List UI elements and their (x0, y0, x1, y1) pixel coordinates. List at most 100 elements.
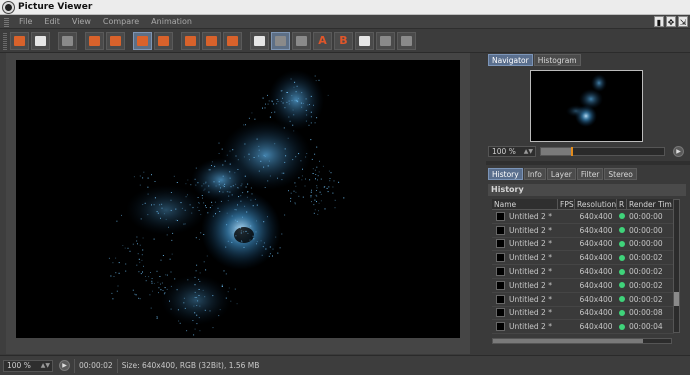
move-icon[interactable]: ✥ (666, 16, 676, 27)
compare-button[interactable] (250, 31, 269, 50)
swap-button[interactable] (355, 31, 374, 50)
history-row-status (617, 268, 627, 275)
render-queue-button[interactable] (154, 31, 173, 50)
tab-stereo[interactable]: Stereo (604, 168, 637, 180)
history-row-status (617, 282, 627, 289)
letter-a-icon: A (318, 34, 327, 47)
unlink-button[interactable] (376, 31, 395, 50)
history-row[interactable]: Untitled 2 * 640x400 00:00:00 (492, 238, 674, 252)
history-row-status (617, 213, 627, 220)
film-button[interactable] (58, 31, 77, 50)
export-button[interactable] (106, 31, 125, 50)
render-queue-icon (158, 35, 169, 46)
timeline-knob[interactable] (570, 147, 573, 156)
menu-view[interactable]: View (66, 17, 97, 26)
history-row-status (617, 296, 627, 303)
history-row-name: Untitled 2 * (509, 253, 552, 263)
layers-icon (401, 35, 412, 46)
status-dot-icon (619, 268, 625, 275)
import-button[interactable] (85, 31, 104, 50)
history-row-render-time: 00:00:02 (629, 253, 663, 263)
history-row-resolution: 640x400 (579, 322, 613, 332)
menu-edit[interactable]: Edit (38, 17, 66, 26)
right-panel: Navigator Histogram 100 % ▲▼ ▶ History I… (486, 53, 690, 354)
menu-animation[interactable]: Animation (145, 17, 198, 26)
spinner-arrows-icon: ▲▼ (523, 148, 533, 155)
menu-grip-handle[interactable] (4, 16, 9, 27)
navigator-zoom-field[interactable]: 100 % ▲▼ (488, 146, 536, 157)
save-icon (35, 35, 46, 46)
history-row-render-time: 00:00:00 (629, 239, 663, 249)
history-row[interactable]: Untitled 2 * 640x400 00:00:02 (492, 293, 674, 307)
tab-info[interactable]: Info (523, 168, 546, 180)
status-play-button[interactable]: ▶ (59, 360, 70, 371)
expand-icon[interactable]: ⇲ (678, 16, 688, 27)
history-row[interactable]: Untitled 2 * 640x400 00:00:00 (492, 224, 674, 238)
history-row-status (617, 254, 627, 261)
history-horizontal-scrollbar[interactable] (492, 338, 672, 344)
status-zoom-value: 100 % (7, 360, 31, 370)
view-frame-button[interactable] (202, 31, 221, 50)
history-row-name: Untitled 2 * (509, 322, 552, 332)
layout-toggle-icon[interactable]: ▮ (654, 16, 664, 27)
menu-file[interactable]: File (13, 17, 38, 26)
history-row[interactable]: Untitled 2 * 640x400 00:00:00 (492, 210, 674, 224)
history-vscroll-thumb[interactable] (674, 292, 679, 306)
particle-render-image (108, 70, 345, 336)
col-resolution[interactable]: Resolution (575, 199, 617, 209)
history-row-name: Untitled 2 * (509, 294, 552, 304)
navigator-zoom-value: 100 % (492, 147, 516, 156)
layers-button[interactable] (397, 31, 416, 50)
navigator-play-button[interactable]: ▶ (673, 146, 684, 157)
history-row-resolution: 640x400 (579, 253, 613, 263)
history-vertical-scrollbar[interactable] (673, 199, 680, 333)
history-rows: Untitled 2 * 640x400 00:00:00 Untitled 2 * 6… (492, 210, 674, 335)
navigator-preview[interactable] (530, 70, 643, 142)
history-row[interactable]: Untitled 2 * 640x400 00:00:08 (492, 307, 674, 321)
navigator-timeline-slider[interactable] (540, 147, 665, 156)
status-dot-icon (619, 227, 625, 234)
panel-divider[interactable] (486, 161, 690, 165)
open-folder-icon (14, 35, 25, 46)
menu-compare[interactable]: Compare (97, 17, 145, 26)
history-row[interactable]: Untitled 2 * 640x400 00:00:02 (492, 265, 674, 279)
history-row-render-time: 00:00:08 (629, 308, 663, 318)
tab-histogram[interactable]: Histogram (533, 54, 581, 66)
import-icon (89, 35, 100, 46)
toolbar-grip-handle[interactable] (3, 31, 7, 50)
history-row-resolution: 640x400 (579, 280, 613, 290)
tab-layer[interactable]: Layer (546, 168, 576, 180)
status-dot-icon (619, 240, 625, 247)
tab-navigator[interactable]: Navigator (488, 54, 533, 66)
history-row[interactable]: Untitled 2 * 640x400 00:00:02 (492, 251, 674, 266)
image-viewport[interactable] (0, 53, 470, 354)
render-single-button[interactable] (133, 31, 152, 50)
rendered-image[interactable] (16, 60, 460, 338)
history-row-render-time: 00:00:00 (629, 211, 663, 221)
col-name[interactable]: Name (492, 199, 558, 209)
render-thumbnail-icon (496, 280, 505, 290)
status-dot-icon (619, 309, 625, 316)
render-thumbnail-icon (496, 225, 505, 235)
col-r[interactable]: R (617, 199, 627, 209)
status-zoom-field[interactable]: 100 % ▲▼ (3, 359, 53, 372)
save-button[interactable] (31, 31, 50, 50)
viewport-left-strip (0, 53, 6, 354)
set-b-button[interactable]: B (334, 31, 353, 50)
history-row[interactable]: Untitled 2 * 640x400 00:00:04 (492, 320, 674, 335)
view-group-button[interactable] (223, 31, 242, 50)
history-row-name-cell: Untitled 2 * (492, 294, 558, 304)
col-fps[interactable]: FPS (558, 199, 575, 209)
overlay-button[interactable] (292, 31, 311, 50)
history-row-name-cell: Untitled 2 * (492, 225, 558, 235)
tab-history[interactable]: History (488, 168, 523, 180)
navigator-tabs: Navigator Histogram (488, 54, 581, 66)
col-render-time[interactable]: Render Tim (627, 199, 674, 209)
set-a-button[interactable]: A (313, 31, 332, 50)
open-button[interactable] (10, 31, 29, 50)
history-hscroll-thumb[interactable] (493, 339, 643, 343)
history-row[interactable]: Untitled 2 * 640x400 00:00:02 (492, 279, 674, 293)
view-window-button[interactable] (181, 31, 200, 50)
split-button[interactable] (271, 31, 290, 50)
tab-filter[interactable]: Filter (576, 168, 604, 180)
